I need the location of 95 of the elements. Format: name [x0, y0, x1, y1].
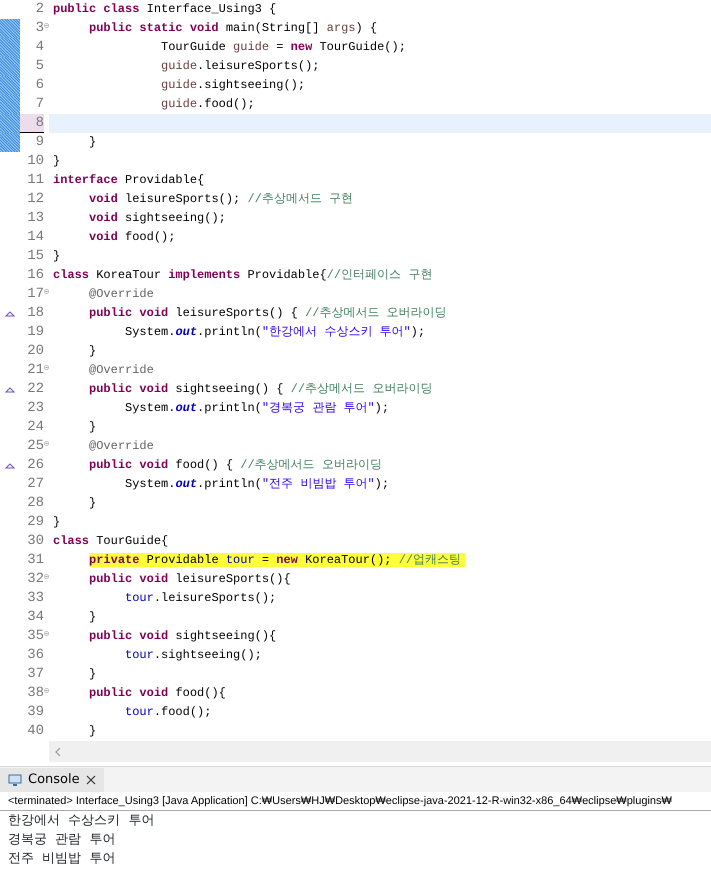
- line-number: 5: [34, 57, 44, 76]
- code-line: }: [52, 248, 62, 265]
- code-line: class KoreaTour implements Providable{//인터페이스 구현: [52, 267, 434, 284]
- collapse-icon[interactable]: [44, 439, 49, 448]
- line-number: 13: [26, 209, 44, 228]
- line-number: 11: [26, 171, 44, 190]
- scroll-left-icon[interactable]: [55, 746, 61, 756]
- line-number: 31: [26, 551, 44, 570]
- code-line: System.out.println("한강에서 수상스키 투어");: [124, 324, 426, 341]
- code-line: public void sightseeing() { //추상메서드 오버라이딩: [88, 381, 434, 398]
- line-number: 40: [26, 722, 44, 741]
- line-number: 39: [26, 703, 44, 722]
- line-number: 26: [26, 456, 44, 475]
- line-number: 9: [34, 133, 44, 152]
- code-line: @Override: [88, 438, 155, 455]
- line-number: 18: [26, 304, 44, 323]
- line-number: 15: [26, 247, 44, 266]
- code-line: tour.food();: [124, 704, 212, 721]
- code-line: public void food() { //추상메서드 오버라이딩: [88, 457, 383, 474]
- code-line: guide.sightseeing();: [160, 77, 306, 94]
- code-line: }: [52, 153, 62, 170]
- line-number: 22: [26, 380, 44, 399]
- console-tab[interactable]: Console: [0, 768, 104, 792]
- line-number: 3: [34, 19, 44, 38]
- line-number: 35: [26, 627, 44, 646]
- code-line: }: [88, 343, 98, 360]
- code-line: @Override: [88, 362, 155, 379]
- line-number: 23: [26, 399, 44, 418]
- line-number: 14: [26, 228, 44, 247]
- line-number: 12: [26, 190, 44, 209]
- code-line: void sightseeing();: [88, 210, 227, 227]
- code-line: void food();: [88, 229, 176, 246]
- code-line: public void leisureSports() { //추상메서드 오버라이딩: [88, 305, 448, 322]
- code-line: guide.leisureSports();: [160, 58, 320, 75]
- code-line: public void food(){: [88, 685, 227, 702]
- code-line: tour.leisureSports();: [124, 590, 278, 607]
- code-line: }: [88, 134, 98, 151]
- collapse-icon[interactable]: [44, 363, 49, 372]
- code-line: public static void main(String[] args) {: [88, 20, 378, 37]
- line-number: 8: [20, 114, 44, 133]
- line-number: 16: [26, 266, 44, 285]
- line-number: 10: [26, 152, 44, 171]
- code-line: System.out.println("전주 비빔밥 투어");: [124, 476, 390, 493]
- code-line: tour.sightseeing();: [124, 647, 263, 664]
- code-line: interface Providable{: [52, 172, 206, 189]
- line-number: 37: [26, 665, 44, 684]
- line-number: 29: [26, 513, 44, 532]
- collapse-icon[interactable]: [44, 629, 49, 638]
- code-line: }: [88, 723, 98, 740]
- line-number: 7: [34, 95, 44, 114]
- code-line: public class Interface_Using3 {: [52, 1, 278, 18]
- code-line: }: [52, 514, 62, 531]
- code-line: private Providable tour = new KoreaTour(); //업캐스팅: [49, 551, 711, 570]
- line-number: 17: [26, 285, 44, 304]
- code-line: guide.food();: [160, 96, 256, 113]
- line-number: 33: [26, 589, 44, 608]
- line-number: 28: [26, 494, 44, 513]
- code-line: System.out.println("경복궁 관람 투어");: [124, 400, 390, 417]
- line-number: 25: [26, 437, 44, 456]
- line-number: 21: [26, 361, 44, 380]
- line-number: 34: [26, 608, 44, 627]
- code-line: @Override: [88, 286, 155, 303]
- line-number: 19: [26, 323, 44, 342]
- collapse-icon[interactable]: [44, 287, 49, 296]
- code-line: }: [88, 419, 98, 436]
- override-icon: [5, 462, 15, 468]
- code-line: }: [88, 666, 98, 683]
- line-number: 24: [26, 418, 44, 437]
- line-number: 4: [34, 38, 44, 57]
- code-line: void leisureSports(); //추상메서드 구현: [88, 191, 354, 208]
- console-output-line: 한강에서 수상스키 투어: [7, 812, 156, 830]
- horizontal-scrollbar[interactable]: [49, 741, 711, 762]
- close-icon[interactable]: [86, 775, 96, 785]
- monitor-icon: [8, 774, 22, 786]
- override-icon: [5, 310, 15, 316]
- line-number: 27: [26, 475, 44, 494]
- line-number: 2: [34, 0, 44, 19]
- line-number: 32: [26, 570, 44, 589]
- collapse-icon[interactable]: [44, 686, 49, 695]
- line-number: 20: [26, 342, 44, 361]
- code-line: class TourGuide{: [52, 533, 170, 550]
- code-line: public void sightseeing(){: [88, 628, 278, 645]
- override-icon: [5, 386, 15, 392]
- code-line: TourGuide guide = new TourGuide();: [160, 39, 407, 56]
- line-number: 30: [26, 532, 44, 551]
- code-line: }: [88, 609, 98, 626]
- line-number: 36: [26, 646, 44, 665]
- collapse-icon[interactable]: [44, 572, 49, 581]
- console-output-line: 전주 비빔밥 투어: [7, 850, 116, 868]
- console-output-line: 경복궁 관람 투어: [7, 831, 116, 849]
- collapse-icon[interactable]: [44, 21, 49, 30]
- code-line: public void leisureSports(){: [88, 571, 292, 588]
- code-line: }: [88, 495, 98, 512]
- line-number: 6: [34, 76, 44, 95]
- line-number: 38: [26, 684, 44, 703]
